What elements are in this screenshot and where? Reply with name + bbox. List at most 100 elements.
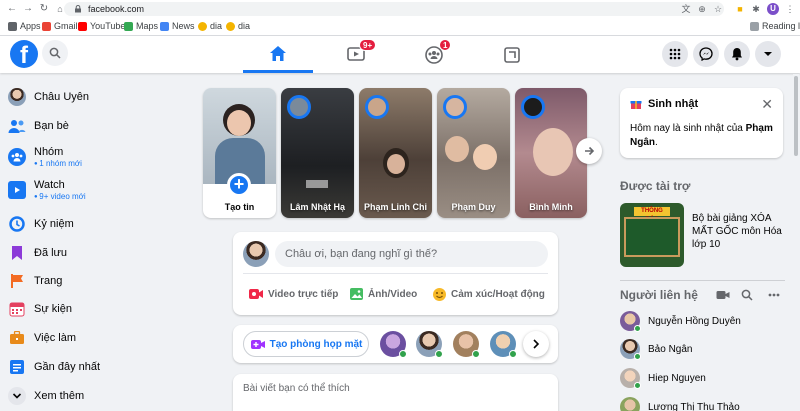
live-video-button[interactable]: Video trực tiếp <box>248 285 338 303</box>
avatar[interactable] <box>243 241 269 267</box>
tab-gaming[interactable] <box>477 36 547 73</box>
maps-icon <box>124 22 133 31</box>
story-create[interactable]: + Tạo tin <box>203 88 276 218</box>
post-input[interactable]: Châu ơi, bạn đang nghĩ gì thế? <box>275 241 548 267</box>
story-item[interactable]: Phạm Duy <box>437 88 510 218</box>
bookmark-dia-1[interactable]: dia <box>198 20 222 33</box>
bookmark-dia-2[interactable]: dia <box>226 20 250 33</box>
notifications-icon <box>732 48 742 61</box>
sidebar-item-watch[interactable]: Watch9+ video mới <box>8 175 188 205</box>
sponsored-title: Được tài trợ <box>620 179 691 193</box>
contact-name: Bảo Ngân <box>648 343 693 355</box>
sidebar-item-events[interactable]: Sự kiện <box>8 296 188 322</box>
bookmark-apps[interactable]: Apps <box>8 20 41 33</box>
add-story-icon[interactable]: + <box>227 173 251 197</box>
sidebar-item-sublabel: 9+ video mới <box>34 192 85 202</box>
bookmark-youtube[interactable]: YouTube <box>78 20 125 33</box>
more-options-icon[interactable] <box>768 293 780 297</box>
tab-watch[interactable]: 9+ <box>321 36 391 73</box>
forward-icon[interactable]: → <box>22 3 34 15</box>
gmail-icon <box>42 22 51 31</box>
contacts-title: Người liên hệ <box>620 288 698 302</box>
contact-item[interactable]: Lương Thị Thu Thảo <box>620 396 790 411</box>
tab-groups[interactable]: 1 <box>399 36 469 73</box>
birthday-text: Hôm nay là sinh nhật của Phạm Ngân. <box>630 122 776 150</box>
sidebar-item-profile[interactable]: Châu Uyên <box>8 84 188 110</box>
gaming-icon <box>504 46 520 63</box>
story-item[interactable]: Lâm Nhật Hạ <box>281 88 354 218</box>
contact-name: Nguyễn Hồng Duyên <box>648 315 741 327</box>
sidebar-item-groups[interactable]: Nhóm1 nhóm mới <box>8 142 188 172</box>
reload-icon[interactable]: ↻ <box>38 3 50 15</box>
room-avatar[interactable] <box>453 331 480 358</box>
lock-icon <box>75 5 81 13</box>
facebook-logo[interactable]: f <box>10 40 38 68</box>
contact-item[interactable]: Hiep Nguyen <box>620 367 790 389</box>
browser-chrome: ← → ↻ ⌂ facebook.com 文 ⊕ ☆ ■ ✱ U ⋮ Apps … <box>0 0 800 36</box>
address-bar[interactable]: facebook.com <box>64 2 724 16</box>
sidebar-item-see-more[interactable]: Xem thêm <box>8 383 188 409</box>
video-call-icon[interactable] <box>716 290 730 300</box>
chevron-down-icon <box>8 387 26 405</box>
messenger-button[interactable] <box>693 41 719 67</box>
sidebar-item-memories[interactable]: Kỷ niệm <box>8 211 188 237</box>
ad-badge: THÔNG BÁO <box>634 207 670 223</box>
bookmark-news[interactable]: News <box>160 20 195 33</box>
sidebar-item-jobs[interactable]: Việc làm <box>8 325 188 351</box>
translate-icon[interactable]: 文 <box>680 3 692 15</box>
sidebar-item-label: Bạn bè <box>34 119 69 132</box>
bookmark-gmail[interactable]: Gmail <box>42 20 78 33</box>
room-avatar[interactable] <box>416 331 443 358</box>
bookmark-maps[interactable]: Maps <box>124 20 158 33</box>
sidebar-item-friends[interactable]: Bạn bè <box>8 113 188 139</box>
feeling-activity-button[interactable]: Cảm xúc/Hoạt động <box>432 285 545 303</box>
sidebar-item-label: Sự kiện <box>34 302 72 315</box>
sidebar-item-saved[interactable]: Đã lưu <box>8 240 188 266</box>
ad-image[interactable]: THÔNG BÁO <box>620 203 684 267</box>
contact-item[interactable]: Nguyễn Hồng Duyên <box>620 310 790 332</box>
account-chevron-icon <box>764 52 772 56</box>
chevron-right-icon <box>533 339 540 349</box>
reading-list[interactable]: Reading list <box>750 20 800 33</box>
page-scrollbar[interactable] <box>793 74 799 411</box>
chrome-menu-icon[interactable]: ⋮ <box>784 3 796 15</box>
close-icon[interactable]: ✕ <box>761 96 773 113</box>
extension-icon[interactable]: ■ <box>734 3 746 15</box>
contact-item[interactable]: Bảo Ngân <box>620 338 790 360</box>
online-indicator <box>399 350 407 358</box>
account-button[interactable] <box>755 41 781 67</box>
story-author: Bình Minh <box>529 202 573 212</box>
contact-avatar <box>620 311 641 332</box>
events-icon <box>8 300 26 318</box>
bookmark-star-icon[interactable]: ☆ <box>712 3 724 15</box>
sidebar-item-label: Trang <box>34 274 63 287</box>
sidebar-item-pages[interactable]: Trang <box>8 268 188 294</box>
notifications-button[interactable] <box>724 41 750 67</box>
extensions-puzzle-icon[interactable]: ✱ <box>750 3 762 15</box>
profile-avatar[interactable]: U <box>767 3 779 15</box>
search-button[interactable] <box>42 40 68 66</box>
live-video-label: Video trực tiếp <box>268 288 339 300</box>
photo-video-button[interactable]: Ảnh/Video <box>349 285 417 303</box>
ad-text[interactable]: Bộ bài giảng XÓA MẤT GỐC môn Hóa lớp 10 <box>692 212 784 251</box>
contact-name: Hiep Nguyen <box>648 372 706 384</box>
search-icon[interactable] <box>741 289 753 301</box>
birthday-header: Sinh nhật <box>630 98 698 110</box>
online-indicator <box>634 382 641 389</box>
rooms-next-button[interactable] <box>523 331 549 357</box>
groups-icon <box>8 148 26 166</box>
zoom-icon[interactable]: ⊕ <box>696 3 708 15</box>
create-room-button[interactable]: Tạo phòng họp mặt <box>243 331 369 357</box>
room-avatar[interactable] <box>490 331 517 358</box>
scrollbar-thumb[interactable] <box>794 76 798 156</box>
menu-button[interactable] <box>662 41 688 67</box>
recent-icon <box>8 358 26 376</box>
back-icon[interactable]: ← <box>6 3 18 15</box>
room-avatar[interactable] <box>380 331 407 358</box>
memories-icon <box>8 215 26 233</box>
story-item[interactable]: Phạm Linh Chi <box>359 88 432 218</box>
sidebar-item-recent[interactable]: Gần đây nhất <box>8 354 188 380</box>
sidebar-item-sublabel: 1 nhóm mới <box>34 159 82 169</box>
tab-home[interactable] <box>243 36 313 73</box>
stories-next-button[interactable] <box>576 138 602 164</box>
